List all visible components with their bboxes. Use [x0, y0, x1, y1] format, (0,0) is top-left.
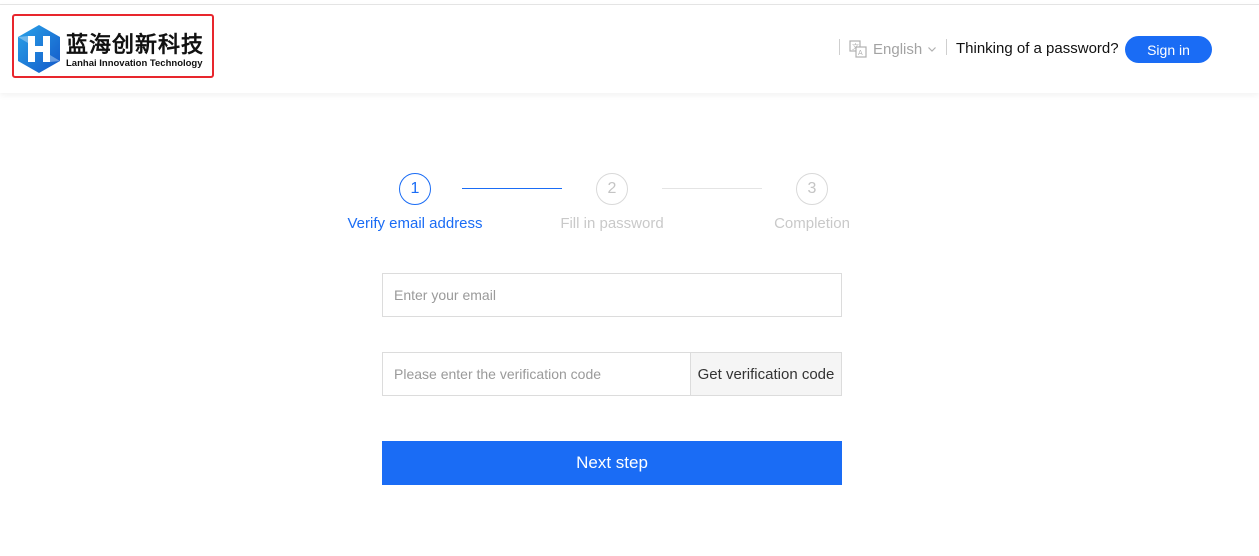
brand-name-en: Lanhai Innovation Technology [66, 58, 203, 69]
step-number: 3 [796, 173, 828, 205]
divider [839, 39, 840, 55]
language-label: English [873, 40, 923, 58]
svg-text:A: A [858, 50, 863, 57]
hexagon-h-logo-icon [18, 25, 60, 73]
step-completion: 3 Completion [737, 173, 887, 232]
header: 蓝海创新科技 Lanhai Innovation Technology 文 A … [0, 5, 1259, 93]
verification-code-input[interactable] [383, 353, 691, 395]
get-verification-code-button[interactable]: Get verification code [690, 353, 841, 395]
step-label: Verify email address [347, 215, 483, 232]
step-fill-password: 2 Fill in password [537, 173, 687, 232]
step-label: Completion [774, 215, 850, 232]
step-number: 1 [399, 173, 431, 205]
email-field-wrapper [382, 273, 842, 317]
divider [946, 39, 947, 55]
step-number: 2 [596, 173, 628, 205]
brand-name-cn: 蓝海创新科技 [66, 33, 205, 58]
translate-icon: 文 A [849, 40, 867, 58]
chevron-down-icon [928, 47, 937, 52]
logo[interactable]: 蓝海创新科技 Lanhai Innovation Technology [12, 14, 214, 78]
step-label: Fill in password [560, 215, 664, 232]
language-selector[interactable]: 文 A English [849, 40, 937, 58]
step-verify-email: 1 Verify email address [340, 173, 490, 232]
sign-in-button[interactable]: Sign in [1125, 36, 1212, 63]
progress-steps: 1 Verify email address 2 Fill in passwor… [340, 173, 880, 243]
password-prompt-text: Thinking of a password? [956, 40, 1119, 57]
email-input[interactable] [383, 274, 841, 316]
verification-code-wrapper: Get verification code [382, 352, 842, 396]
next-step-button[interactable]: Next step [382, 441, 842, 485]
